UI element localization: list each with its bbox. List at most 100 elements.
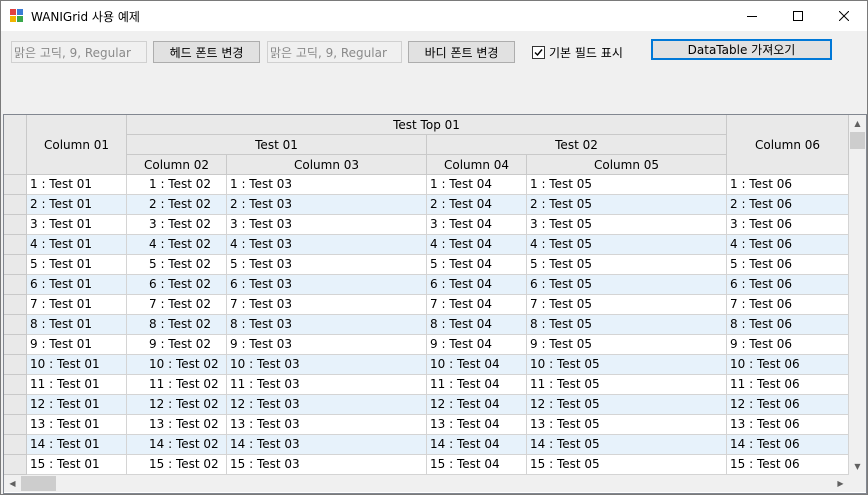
table-cell[interactable]: 1 : Test 01 <box>27 175 127 195</box>
table-cell[interactable]: 5 : Test 03 <box>227 255 427 275</box>
table-cell[interactable]: 13 : Test 03 <box>227 415 427 435</box>
table-cell[interactable]: 6 : Test 03 <box>227 275 427 295</box>
table-cell[interactable]: 3 : Test 01 <box>27 215 127 235</box>
row-header[interactable] <box>4 315 27 335</box>
show-default-fields-checkbox[interactable] <box>532 46 545 59</box>
test-02-group-header[interactable]: Test 02 <box>427 135 727 155</box>
table-cell[interactable]: 11 : Test 06 <box>727 375 849 395</box>
row-header[interactable] <box>4 255 27 275</box>
table-cell[interactable]: 14 : Test 04 <box>427 435 527 455</box>
row-header[interactable] <box>4 395 27 415</box>
row-header[interactable] <box>4 435 27 455</box>
table-cell[interactable]: 13 : Test 01 <box>27 415 127 435</box>
head-font-change-button[interactable]: 헤드 폰트 변경 <box>153 41 260 63</box>
table-cell[interactable]: 9 : Test 06 <box>727 335 849 355</box>
table-row[interactable]: 10 : Test 01 10 : Test 02 10 : Test 03 10 :… <box>4 355 849 375</box>
table-cell[interactable]: 10 : Test 06 <box>727 355 849 375</box>
scroll-right-arrow-icon[interactable]: ▶ <box>832 475 849 492</box>
table-cell[interactable]: 5 : Test 02 <box>127 255 227 275</box>
table-cell[interactable]: 15 : Test 01 <box>27 455 127 475</box>
table-cell[interactable]: 4 : Test 06 <box>727 235 849 255</box>
table-cell[interactable]: 7 : Test 02 <box>127 295 227 315</box>
vertical-scroll-thumb[interactable] <box>850 132 865 149</box>
table-cell[interactable]: 14 : Test 03 <box>227 435 427 455</box>
table-row[interactable]: 12 : Test 01 12 : Test 02 12 : Test 03 12 :… <box>4 395 849 415</box>
table-cell[interactable]: 12 : Test 01 <box>27 395 127 415</box>
table-cell[interactable]: 15 : Test 06 <box>727 455 849 475</box>
table-cell[interactable]: 12 : Test 02 <box>127 395 227 415</box>
scroll-down-arrow-icon[interactable]: ▼ <box>849 458 866 475</box>
table-cell[interactable]: 7 : Test 03 <box>227 295 427 315</box>
table-cell[interactable]: 12 : Test 06 <box>727 395 849 415</box>
row-header[interactable] <box>4 275 27 295</box>
maximize-button[interactable] <box>775 1 821 31</box>
body-font-change-button[interactable]: 바디 폰트 변경 <box>408 41 515 63</box>
column-06-header[interactable]: Column 06 <box>727 115 849 175</box>
table-cell[interactable]: 6 : Test 06 <box>727 275 849 295</box>
table-row[interactable]: 7 : Test 01 7 : Test 02 7 : Test 03 7 : Tes… <box>4 295 849 315</box>
table-row[interactable]: 6 : Test 01 6 : Test 02 6 : Test 03 6 : Tes… <box>4 275 849 295</box>
table-cell[interactable]: 1 : Test 03 <box>227 175 427 195</box>
table-cell[interactable]: 2 : Test 05 <box>527 195 727 215</box>
table-cell[interactable]: 2 : Test 01 <box>27 195 127 215</box>
table-cell[interactable]: 2 : Test 04 <box>427 195 527 215</box>
table-cell[interactable]: 13 : Test 06 <box>727 415 849 435</box>
table-cell[interactable]: 7 : Test 05 <box>527 295 727 315</box>
table-cell[interactable]: 4 : Test 02 <box>127 235 227 255</box>
table-row[interactable]: 5 : Test 01 5 : Test 02 5 : Test 03 5 : Tes… <box>4 255 849 275</box>
table-cell[interactable]: 11 : Test 01 <box>27 375 127 395</box>
table-cell[interactable]: 2 : Test 06 <box>727 195 849 215</box>
table-row[interactable]: 4 : Test 01 4 : Test 02 4 : Test 03 4 : Tes… <box>4 235 849 255</box>
table-cell[interactable]: 5 : Test 04 <box>427 255 527 275</box>
table-cell[interactable]: 1 : Test 02 <box>127 175 227 195</box>
close-button[interactable] <box>821 1 867 31</box>
table-cell[interactable]: 2 : Test 02 <box>127 195 227 215</box>
table-row[interactable]: 8 : Test 01 8 : Test 02 8 : Test 03 8 : Tes… <box>4 315 849 335</box>
row-header-corner[interactable] <box>4 115 27 175</box>
table-cell[interactable]: 5 : Test 05 <box>527 255 727 275</box>
table-cell[interactable]: 1 : Test 05 <box>527 175 727 195</box>
table-cell[interactable]: 11 : Test 04 <box>427 375 527 395</box>
table-cell[interactable]: 13 : Test 04 <box>427 415 527 435</box>
row-header[interactable] <box>4 375 27 395</box>
table-cell[interactable]: 8 : Test 02 <box>127 315 227 335</box>
table-row[interactable]: 1 : Test 01 1 : Test 02 1 : Test 03 1 : Tes… <box>4 175 849 195</box>
table-cell[interactable]: 3 : Test 02 <box>127 215 227 235</box>
table-cell[interactable]: 14 : Test 06 <box>727 435 849 455</box>
table-row[interactable]: 3 : Test 01 3 : Test 02 3 : Test 03 3 : Tes… <box>4 215 849 235</box>
table-row[interactable]: 13 : Test 01 13 : Test 02 13 : Test 03 13 :… <box>4 415 849 435</box>
table-row[interactable]: 11 : Test 01 11 : Test 02 11 : Test 03 11 :… <box>4 375 849 395</box>
row-header[interactable] <box>4 415 27 435</box>
row-header[interactable] <box>4 295 27 315</box>
table-cell[interactable]: 8 : Test 05 <box>527 315 727 335</box>
vertical-scrollbar[interactable]: ▲ ▼ <box>849 115 866 475</box>
row-header[interactable] <box>4 195 27 215</box>
table-row[interactable]: 2 : Test 01 2 : Test 02 2 : Test 03 2 : Tes… <box>4 195 849 215</box>
table-cell[interactable]: 4 : Test 04 <box>427 235 527 255</box>
data-grid[interactable]: Column 01 Test Top 01 Test 01 Test 02 Co… <box>3 114 867 494</box>
table-cell[interactable]: 11 : Test 03 <box>227 375 427 395</box>
table-cell[interactable]: 5 : Test 06 <box>727 255 849 275</box>
table-cell[interactable]: 6 : Test 04 <box>427 275 527 295</box>
table-cell[interactable]: 10 : Test 04 <box>427 355 527 375</box>
table-cell[interactable]: 6 : Test 05 <box>527 275 727 295</box>
table-row[interactable]: 14 : Test 01 14 : Test 02 14 : Test 03 14 :… <box>4 435 849 455</box>
table-cell[interactable]: 4 : Test 05 <box>527 235 727 255</box>
table-cell[interactable]: 8 : Test 06 <box>727 315 849 335</box>
table-cell[interactable]: 9 : Test 02 <box>127 335 227 355</box>
column-01-header[interactable]: Column 01 <box>27 115 127 175</box>
table-cell[interactable]: 12 : Test 03 <box>227 395 427 415</box>
table-cell[interactable]: 8 : Test 04 <box>427 315 527 335</box>
table-cell[interactable]: 9 : Test 01 <box>27 335 127 355</box>
test-top-01-group-header[interactable]: Test Top 01 <box>127 115 727 135</box>
scroll-left-arrow-icon[interactable]: ◀ <box>4 475 21 492</box>
body-font-field[interactable]: 맑은 고딕, 9, Regular <box>267 41 402 63</box>
head-font-field[interactable]: 맑은 고딕, 9, Regular <box>11 41 147 63</box>
test-01-group-header[interactable]: Test 01 <box>127 135 427 155</box>
table-cell[interactable]: 8 : Test 01 <box>27 315 127 335</box>
table-cell[interactable]: 3 : Test 06 <box>727 215 849 235</box>
table-cell[interactable]: 13 : Test 02 <box>127 415 227 435</box>
row-header[interactable] <box>4 235 27 255</box>
table-cell[interactable]: 15 : Test 03 <box>227 455 427 475</box>
horizontal-scrollbar[interactable]: ◀ ▶ <box>4 475 849 492</box>
